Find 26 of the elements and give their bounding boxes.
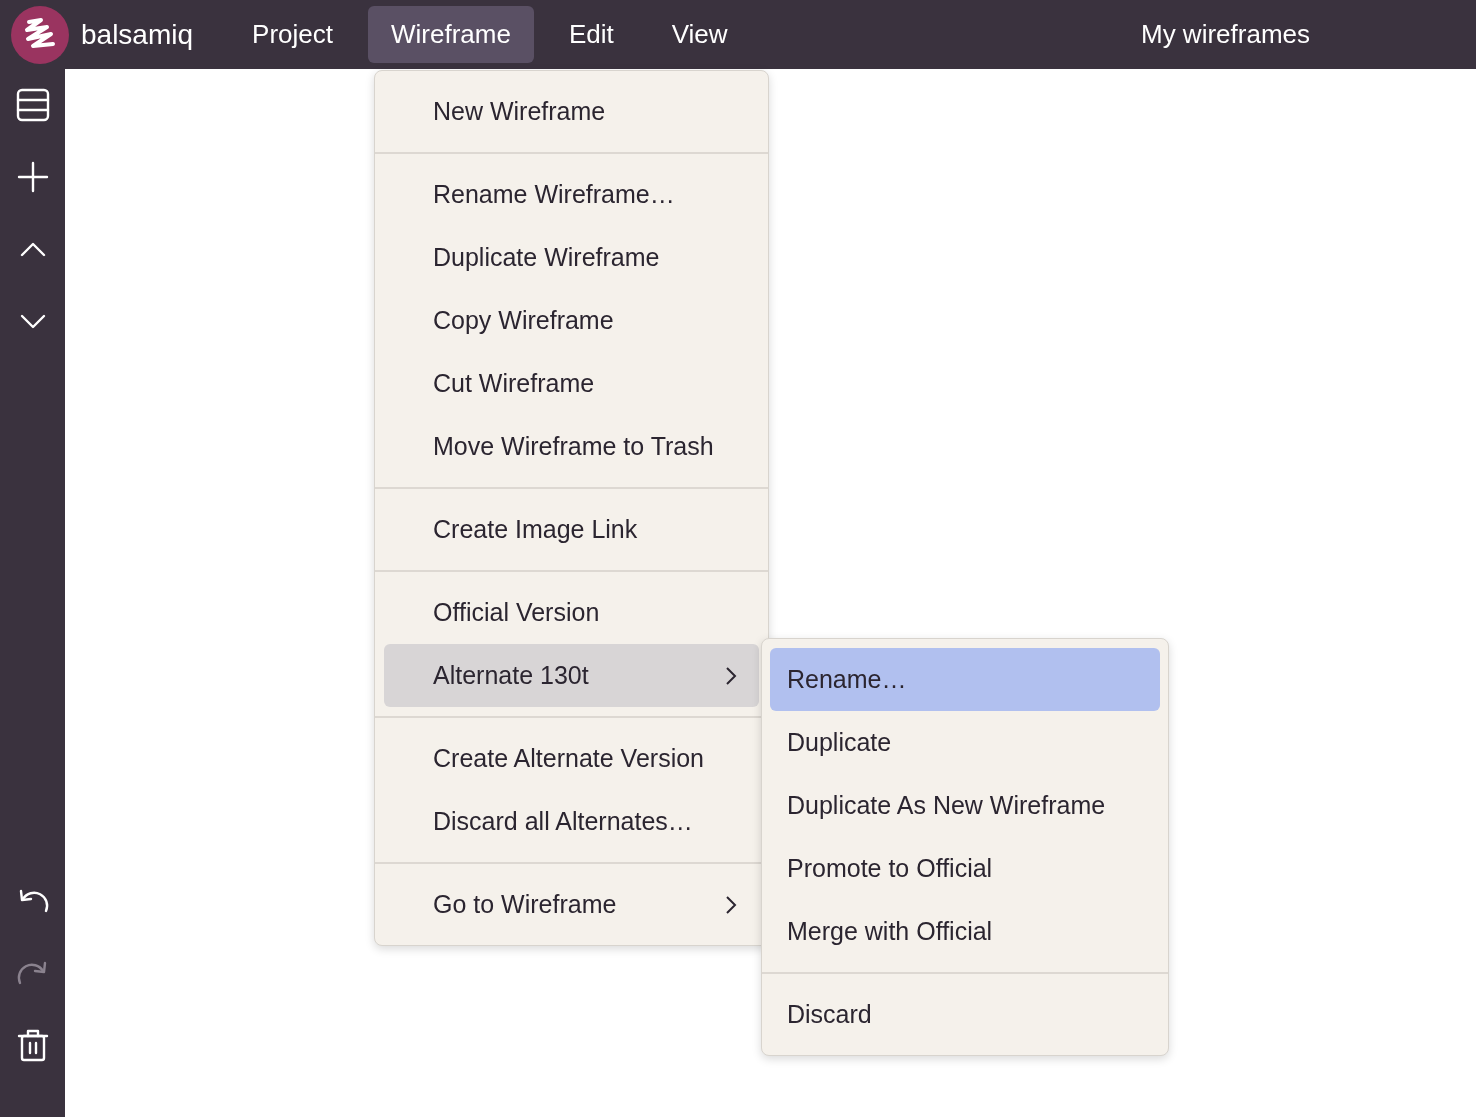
menu-option[interactable]: Create Alternate Version (384, 727, 759, 790)
list-icon[interactable] (14, 87, 51, 123)
menu-option[interactable]: Rename Wireframe… (384, 163, 759, 226)
menu-option[interactable]: Duplicate Wireframe (384, 226, 759, 289)
menu-item[interactable]: View (648, 6, 751, 63)
menu-option[interactable]: Alternate 130t (384, 644, 759, 707)
menu-option[interactable]: Merge with Official (770, 900, 1160, 963)
menu-option[interactable]: New Wireframe (384, 80, 759, 143)
project-title: My wireframes (1141, 19, 1310, 50)
menu-option[interactable]: Duplicate (770, 711, 1160, 774)
menu-option[interactable]: Official Version (384, 581, 759, 644)
menu-option[interactable]: Go to Wireframe (384, 873, 759, 936)
menu-option[interactable]: Create Image Link (384, 498, 759, 561)
logo-icon (11, 5, 69, 64)
app-name: balsamiq (81, 18, 194, 51)
menu-option[interactable]: Copy Wireframe (384, 289, 759, 352)
menu-item[interactable]: Edit (545, 6, 637, 63)
menu-item[interactable]: Project (229, 6, 356, 63)
menu-option[interactable]: Duplicate As New Wireframe (770, 774, 1160, 837)
menu-option[interactable]: Promote to Official (770, 837, 1160, 900)
menu-item[interactable]: Wireframe (368, 6, 534, 63)
menu-option[interactable]: Discard (770, 983, 1160, 1046)
menu-option[interactable]: Rename… (770, 648, 1160, 711)
menu-option[interactable]: Move Wireframe to Trash (384, 415, 759, 478)
menu-option[interactable]: Cut Wireframe (384, 352, 759, 415)
menu-option[interactable]: Discard all Alternates… (384, 790, 759, 853)
